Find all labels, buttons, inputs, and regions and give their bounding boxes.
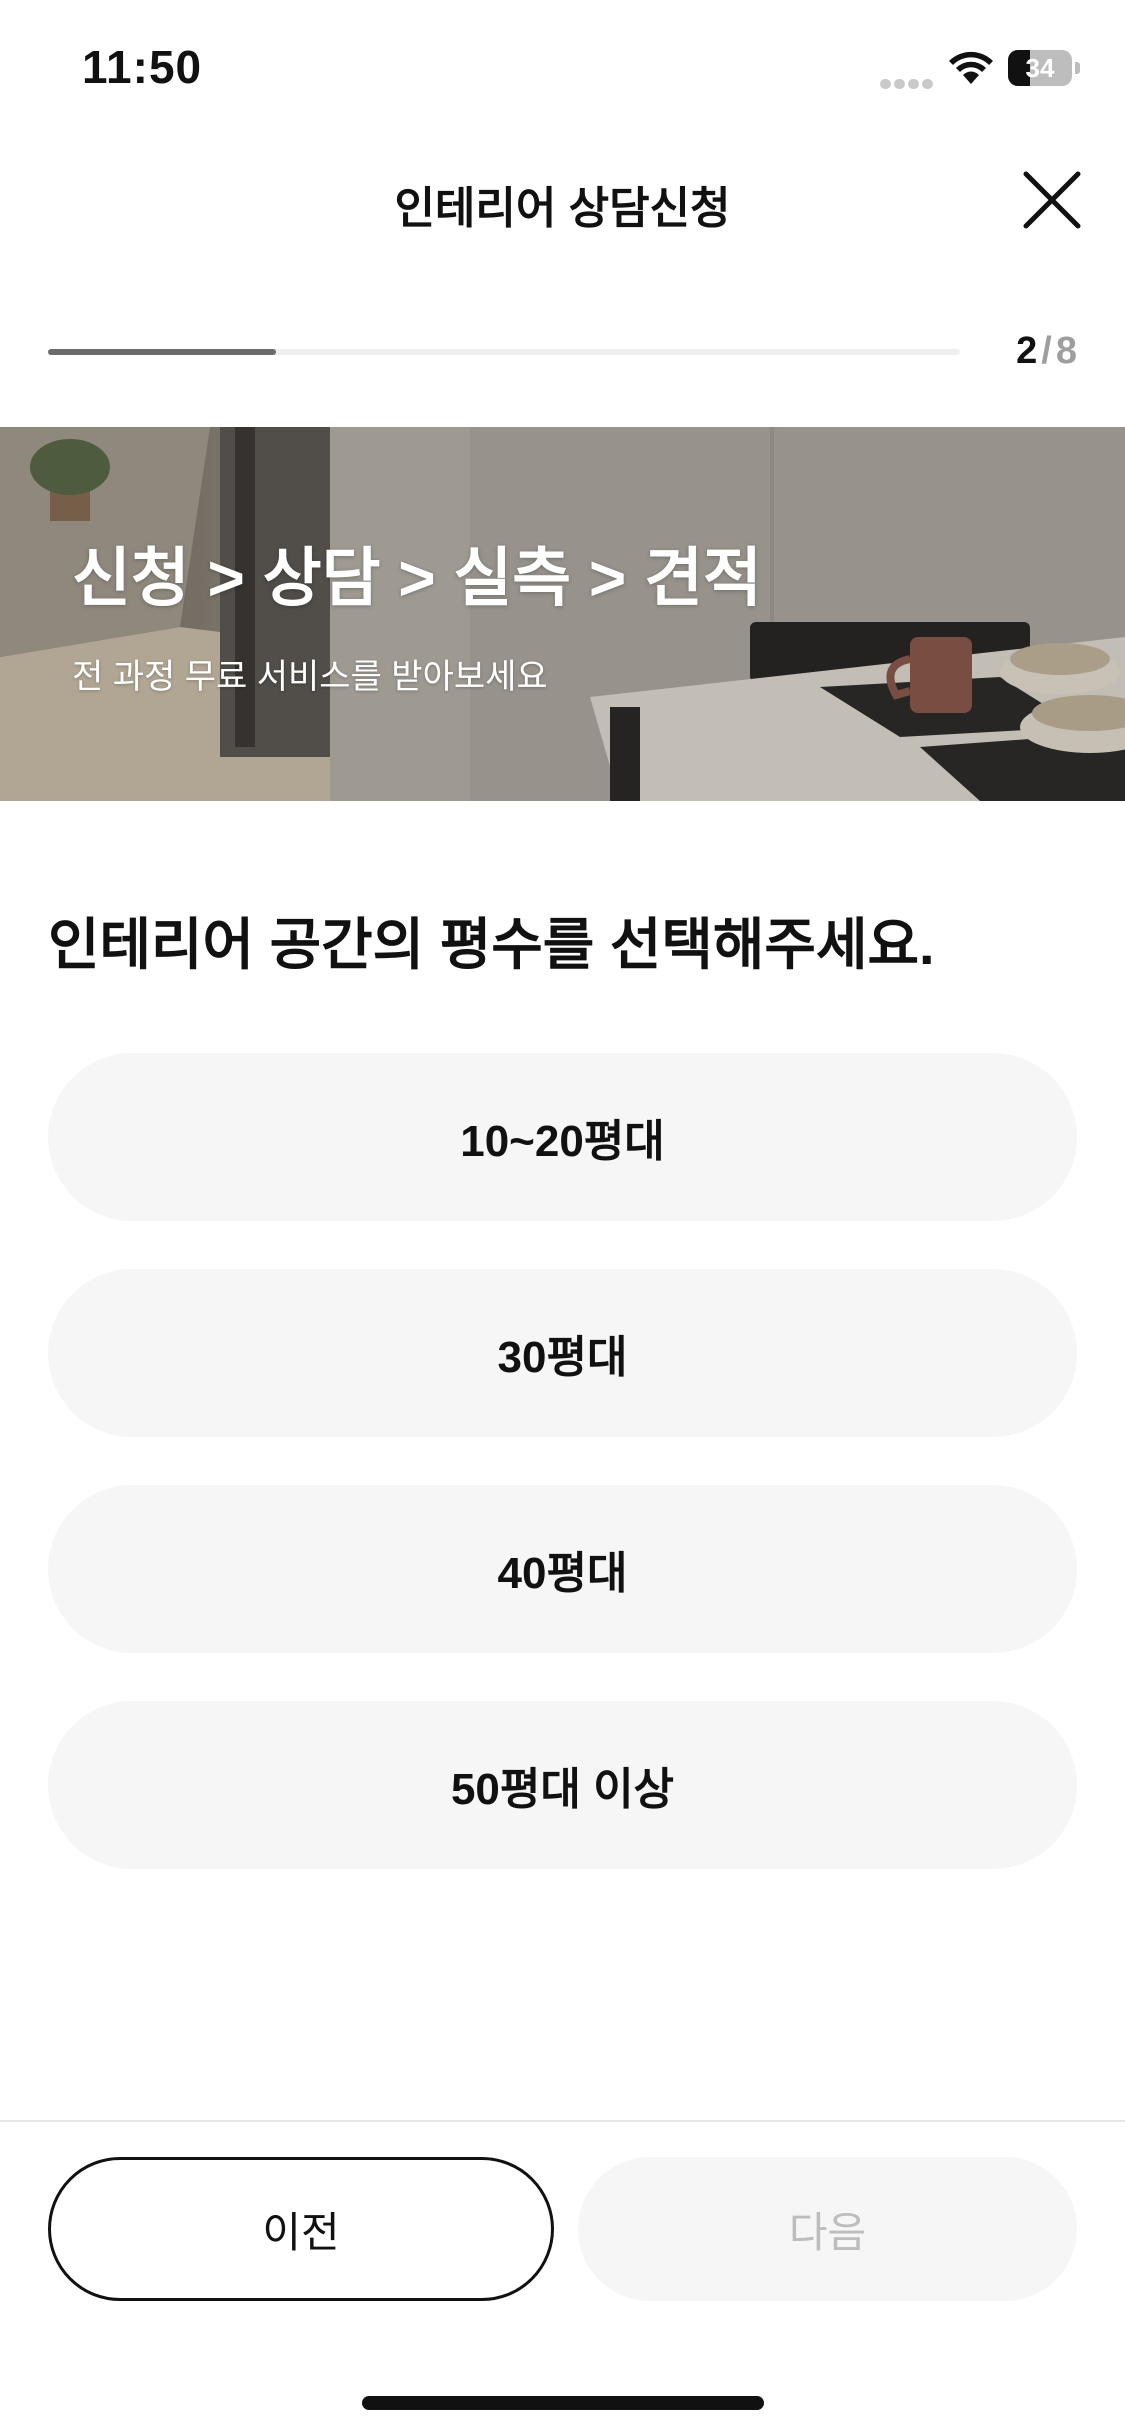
- battery-nub: [1075, 62, 1080, 74]
- battery-icon: 34: [1008, 50, 1072, 86]
- progress-total: 8: [1055, 330, 1077, 372]
- home-indicator: [362, 2396, 764, 2410]
- progress-current: 2: [1016, 330, 1038, 372]
- page-title: 인테리어 상담신청: [394, 184, 731, 233]
- close-icon: [1023, 171, 1081, 229]
- signal-icon: [880, 76, 936, 89]
- progress-fill: [48, 349, 276, 355]
- banner-subtitle: 전 과정 무료 서비스를 받아보세요: [72, 658, 548, 696]
- progress-counter: 2/8: [1016, 330, 1077, 373]
- next-button[interactable]: 다음: [578, 2157, 1077, 2301]
- status-bar: 11:50 34: [0, 0, 1125, 130]
- progress-track: [48, 349, 960, 355]
- screen: 11:50 34 인테리어 상담신청 2/8 신청 > 상담 > 실측 > 견적…: [0, 0, 1125, 2436]
- option-40[interactable]: 40평대: [48, 1485, 1077, 1653]
- option-10-20[interactable]: 10~20평대: [48, 1053, 1077, 1221]
- option-50-plus[interactable]: 50평대 이상: [48, 1701, 1077, 1869]
- progress: 2/8: [0, 330, 1125, 372]
- nav-header: 인테리어 상담신청: [0, 150, 1125, 260]
- option-30[interactable]: 30평대: [48, 1269, 1077, 1437]
- banner-title: 신청 > 상담 > 실측 > 견적: [72, 542, 762, 614]
- hero-banner: 신청 > 상담 > 실측 > 견적 전 과정 무료 서비스를 받아보세요: [0, 427, 1125, 801]
- wifi-icon: [949, 51, 993, 84]
- status-time: 11:50: [82, 41, 203, 93]
- progress-separator: /: [1041, 330, 1052, 372]
- prev-button[interactable]: 이전: [48, 2157, 554, 2301]
- footer-divider: [0, 2120, 1125, 2122]
- question-title: 인테리어 공간의 평수를 선택해주세요.: [48, 913, 935, 976]
- close-button[interactable]: [1022, 170, 1082, 230]
- battery-level: 34: [1025, 53, 1055, 83]
